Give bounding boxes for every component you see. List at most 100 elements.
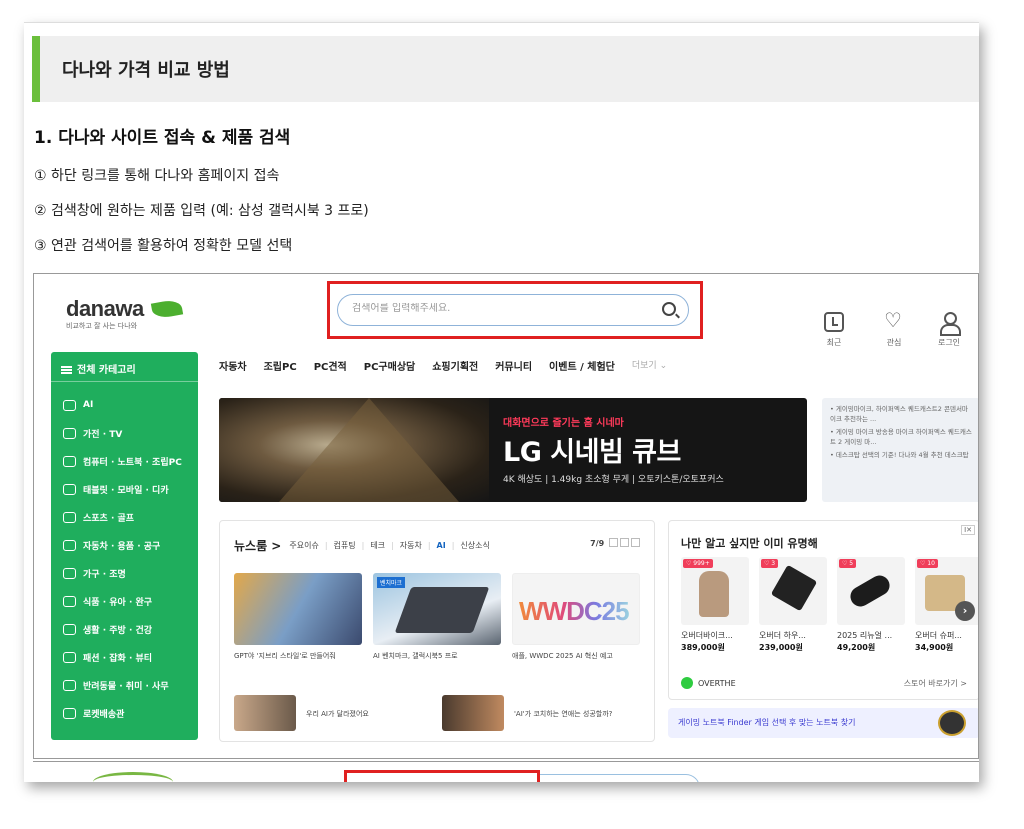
carousel-next-icon[interactable]: › — [955, 601, 975, 621]
logo-fragment — [93, 772, 173, 782]
search-highlight-fragment — [344, 770, 540, 782]
nav-item[interactable]: 자동차 — [219, 358, 247, 378]
news-mini-caption[interactable]: 우리 AI가 달라졌어요 — [306, 709, 369, 719]
danawa-logo[interactable]: danawa 비교하고 잘 사는 다나와 — [66, 296, 184, 331]
news-tab[interactable]: 신상소식 — [460, 540, 489, 551]
nav-item[interactable]: 쇼핑기획전 — [432, 358, 478, 378]
like-badge: ♡ 5 — [839, 559, 857, 568]
news-thumbnail[interactable]: 벤치마크 — [373, 573, 501, 645]
news-thumbnail[interactable]: WWDC25 — [512, 573, 640, 645]
search-bar-fragment — [540, 774, 700, 782]
category-label: 스포츠 · 골프 — [83, 513, 135, 524]
category-item-fashion[interactable]: 패션 · 잡화 · 뷰티 — [51, 643, 198, 671]
banner-spec: 4K 해상도 | 1.49kg 초소형 무게 | 오토키스톤/오토포커스 — [503, 475, 724, 485]
wish-button[interactable]: 관심 — [874, 308, 914, 348]
search-bar[interactable] — [337, 294, 689, 326]
monitor-icon — [63, 455, 76, 467]
close-icon[interactable]: Ⅰ✕ — [961, 525, 975, 535]
category-item-ai[interactable]: AI — [51, 391, 198, 419]
wish-label: 관심 — [886, 338, 902, 347]
step-title: 1. 다나와 사이트 접속 & 제품 검색 — [34, 128, 291, 148]
recent-button[interactable]: 최근 — [814, 312, 854, 348]
product-name: 오버더바이크... — [681, 631, 733, 640]
news-thumbnail[interactable] — [234, 573, 362, 645]
ai-icon — [63, 399, 76, 411]
product-price: 239,000원 — [759, 643, 803, 652]
side-note-link[interactable]: • 게이밍 마이크 방송용 마이크 하이퍼엑스 퀘드캐스트 2 게이밍 마... — [830, 427, 972, 447]
featured-shop-panel: 나만 알고 싶지만 이미 유명해 Ⅰ✕ ♡ 999+ 오버더바이크... 389… — [668, 520, 978, 700]
news-caption[interactable]: GPT야 '지브리 스타일'로 만들어줘 — [234, 651, 362, 662]
category-item-appliance[interactable]: 가전 · TV — [51, 419, 198, 447]
product-name: 오버더 슈퍼... — [915, 631, 962, 640]
category-item-sports[interactable]: 스포츠 · 골프 — [51, 503, 198, 531]
tv-icon — [63, 427, 76, 439]
category-label: AI — [83, 400, 94, 410]
login-button[interactable]: 로그인 — [929, 312, 969, 348]
category-item-rocket[interactable]: 로켓배송관 — [51, 699, 198, 727]
search-icon[interactable] — [662, 302, 676, 316]
store-link[interactable]: 스토어 바로가기 > — [904, 678, 967, 689]
banner-tent-shape — [279, 398, 459, 502]
category-label: 반려동물 · 취미 · 사무 — [83, 681, 169, 692]
nav-more-button[interactable]: 더보기 ⌄ — [632, 358, 667, 378]
newsroom-title[interactable]: 뉴스룸 > — [234, 537, 281, 554]
main-banner[interactable]: 대화면으로 즐기는 홈 시네마 LG 시네빔 큐브 4K 해상도 | 1.49k… — [219, 398, 807, 502]
finder-icon — [938, 710, 966, 736]
logo-text: danawa — [66, 296, 144, 321]
product-image: ♡ 999+ — [681, 557, 749, 625]
all-category-label: 전체 카테고리 — [77, 365, 136, 376]
category-item-food[interactable]: 식품 · 유아 · 완구 — [51, 587, 198, 615]
nav-item[interactable]: 커뮤니티 — [495, 358, 532, 378]
nav-item[interactable]: PC구매상담 — [364, 358, 415, 378]
category-item-furniture[interactable]: 가구 · 조명 — [51, 559, 198, 587]
danawa-screenshot: danawa 비교하고 잘 사는 다나와 최근 관심 로그인 전체 카테고리 A… — [33, 273, 979, 759]
category-label: 태블릿 · 모바일 · 디카 — [83, 485, 169, 496]
next-icon[interactable] — [620, 538, 629, 547]
section-title: 다나와 가격 비교 방법 — [62, 60, 230, 81]
nav-item[interactable]: 조립PC — [264, 358, 297, 378]
news-tab[interactable]: 테크 — [370, 540, 385, 551]
category-item-pet[interactable]: 반려동물 · 취미 · 사무 — [51, 671, 198, 699]
news-tab[interactable]: 주요이슈 — [289, 540, 318, 551]
news-tab[interactable]: 컴퓨팅 — [334, 540, 356, 551]
brand-link[interactable]: OVERTHE — [681, 677, 736, 689]
prev-icon[interactable] — [609, 538, 618, 547]
menu-icon — [61, 366, 72, 374]
category-item-computer[interactable]: 컴퓨터 · 노트북 · 조립PC — [51, 447, 198, 475]
nav-item[interactable]: 이벤트 / 체험단 — [549, 358, 615, 378]
user-icon — [939, 312, 961, 336]
side-note-link[interactable]: • 데스크탑 선택의 기준! 다나와 4월 추천 데스크탑 — [830, 450, 972, 460]
tab-divider: | — [427, 541, 431, 550]
product-card[interactable]: ♡ 3 오버더 하우... 239,000원 — [759, 557, 827, 653]
notebook-finder-banner[interactable]: 게이밍 노트북 Finder 게임 선택 후 맞는 노트북 찾기 — [668, 708, 978, 738]
news-tab-active[interactable]: AI — [437, 541, 446, 550]
category-item-living[interactable]: 생활 · 주방 · 건강 — [51, 615, 198, 643]
product-image: ♡ 3 — [759, 557, 827, 625]
news-mini-thumbnail[interactable] — [234, 695, 296, 731]
news-caption[interactable]: 애플, WWDC 2025 AI 혁신 예고 — [512, 651, 640, 662]
recent-icon — [824, 312, 844, 332]
news-mini-thumbnail[interactable] — [442, 695, 504, 731]
login-label: 로그인 — [937, 338, 961, 347]
all-category-button[interactable]: 전체 카테고리 — [51, 352, 198, 382]
tablet-icon — [63, 483, 76, 495]
product-card[interactable]: ♡ 5 2025 리뉴얼 ... 49,200원 — [837, 557, 905, 653]
product-name: 2025 리뉴얼 ... — [837, 631, 893, 640]
side-note-link[interactable]: • 게이밍마이크, 하이퍼엑스 퀘드캐스트2 콘덴서마이크 추천하는 ... — [830, 404, 972, 424]
product-name: 오버더 하우... — [759, 631, 806, 640]
tab-divider: | — [451, 541, 455, 550]
shop-title: 나만 알고 싶지만 이미 유명해 — [681, 537, 818, 550]
search-input[interactable] — [352, 303, 642, 314]
product-shape — [770, 564, 818, 612]
news-tab[interactable]: 자동차 — [400, 540, 422, 551]
nav-item[interactable]: PC견적 — [314, 358, 347, 378]
pause-icon[interactable] — [631, 538, 640, 547]
product-card[interactable]: ♡ 999+ 오버더바이크... 389,000원 — [681, 557, 749, 653]
like-badge: ♡ 999+ — [683, 559, 713, 568]
news-mini-caption[interactable]: 'AI'가 코치하는 연애는 성공할까? — [514, 709, 612, 719]
category-item-auto[interactable]: 자동차 · 용품 · 공구 — [51, 531, 198, 559]
product-shape — [846, 571, 894, 611]
newsroom-panel: 뉴스룸 > 주요이슈 | 컴퓨팅 | 테크 | 자동차 | AI | 신상소식 7/9 벤… — [219, 520, 655, 742]
category-item-mobile[interactable]: 태블릿 · 모바일 · 디카 — [51, 475, 198, 503]
news-caption[interactable]: AI 벤치마크, 갤럭시북5 프로 — [373, 651, 501, 662]
